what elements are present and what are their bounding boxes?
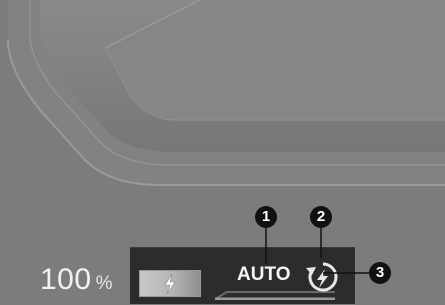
instrument-display: 100% AUTO 1 2 3: [0, 0, 445, 305]
callout-badge-2: 2: [310, 206, 332, 228]
callout-leader-lines: [265, 228, 369, 274]
callout-badge-3: 3: [369, 262, 391, 284]
callout-badge-1: 1: [255, 206, 277, 228]
